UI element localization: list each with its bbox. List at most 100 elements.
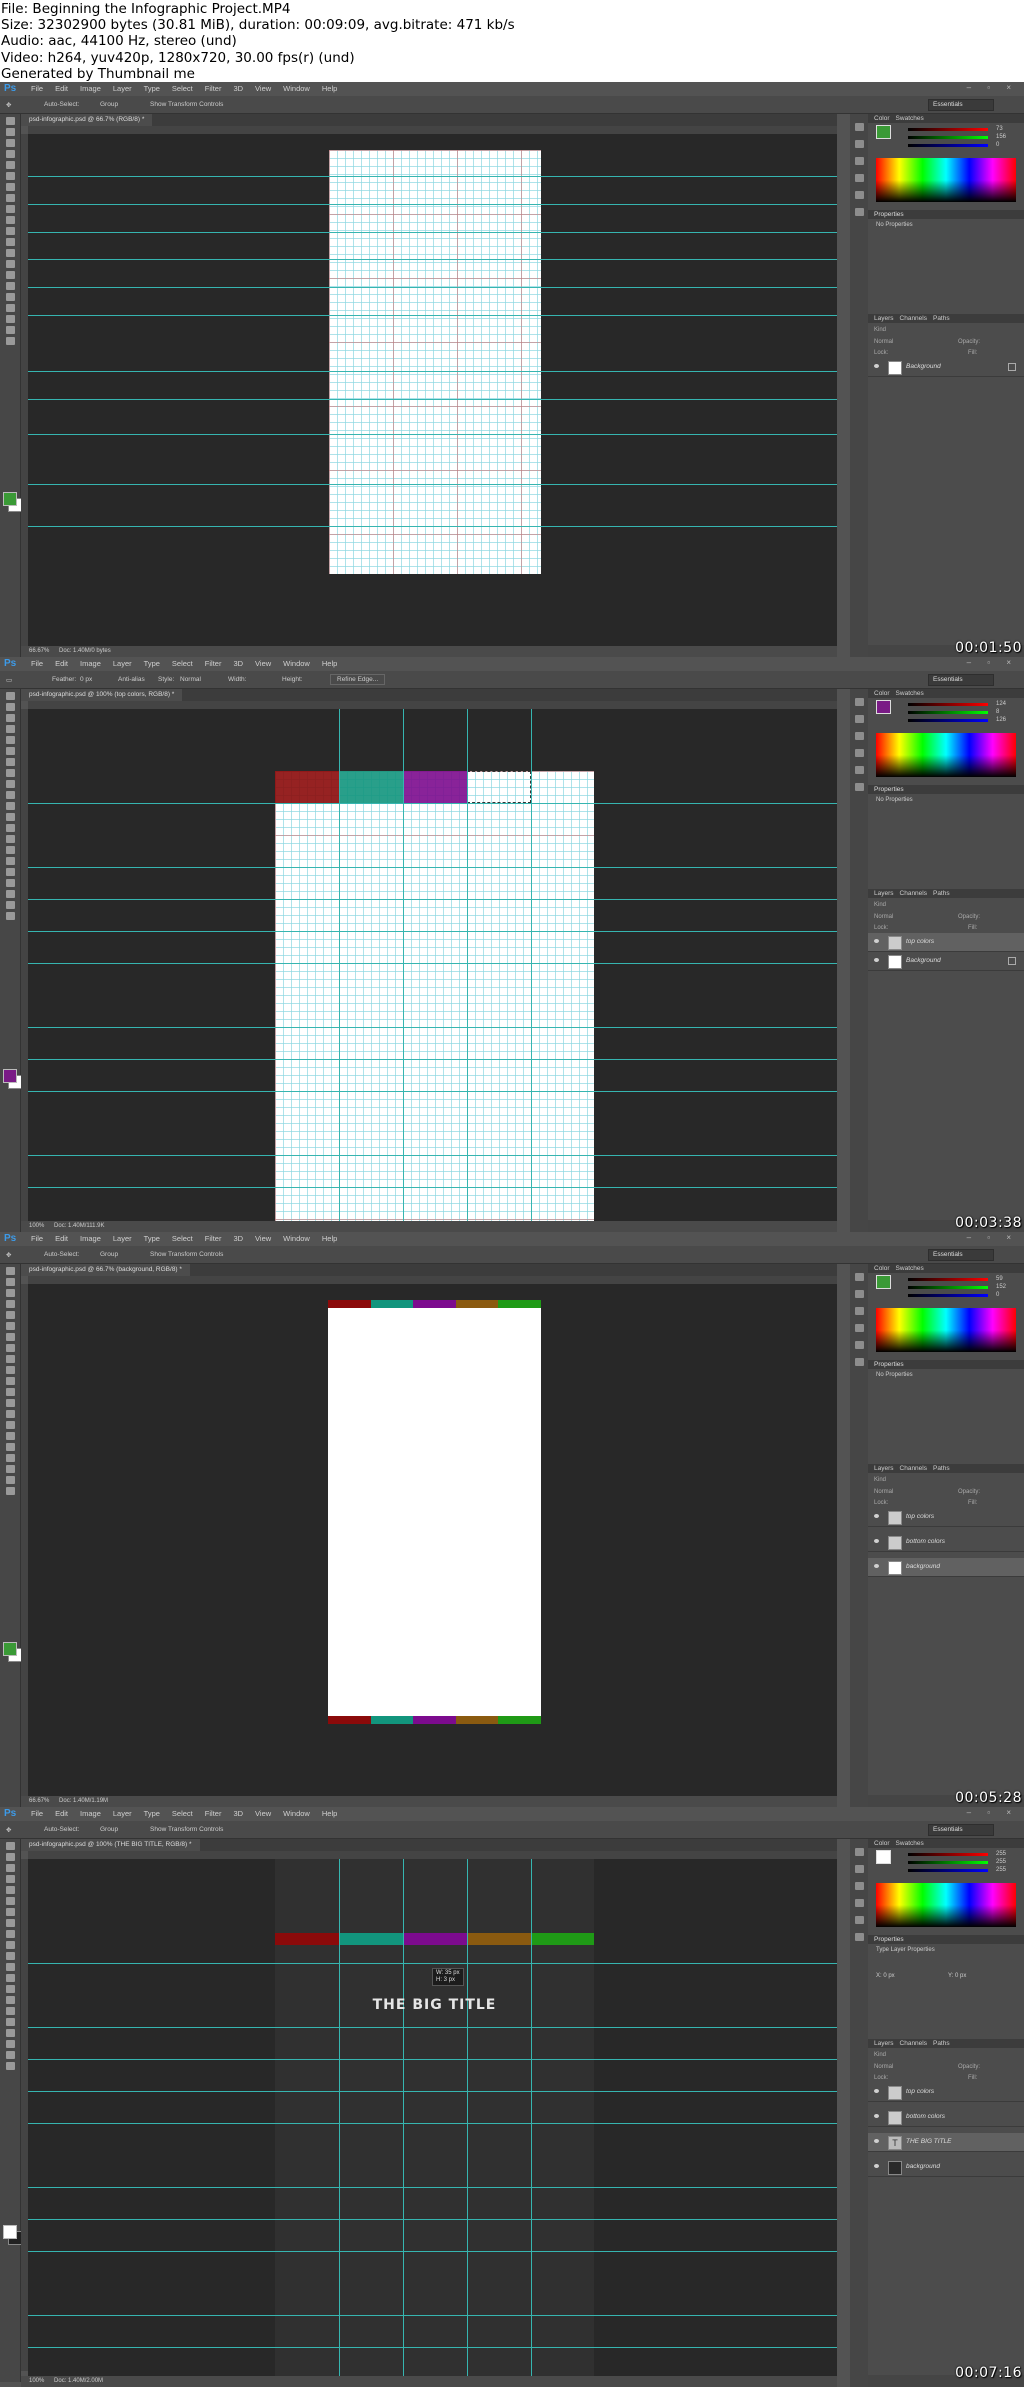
dodge-icon[interactable] [5, 260, 15, 268]
guide-line[interactable] [28, 931, 837, 932]
paragraph-icon[interactable] [854, 1358, 864, 1366]
hand-icon[interactable] [5, 1465, 15, 1473]
zoom-icon[interactable] [5, 2051, 15, 2059]
blue-slider[interactable] [908, 719, 988, 722]
tab-color[interactable]: Color [874, 115, 890, 122]
eye-icon[interactable] [874, 2164, 879, 2168]
green-slider[interactable] [908, 136, 988, 139]
type-icon[interactable] [5, 857, 15, 865]
guide-line[interactable] [28, 176, 837, 177]
guide-line[interactable] [28, 2059, 837, 2060]
layer-row[interactable]: top colors [868, 933, 1024, 952]
stamp-icon[interactable] [5, 205, 15, 213]
feather-input[interactable]: 0 px [80, 676, 92, 683]
green-slider[interactable] [908, 1861, 988, 1864]
auto-select-checkbox[interactable]: Auto-Select: [44, 1251, 79, 1258]
document-tab[interactable]: psd-infographic.psd @ 66.7% (background,… [21, 1264, 190, 1276]
paragraph-icon[interactable] [854, 208, 864, 216]
red-slider[interactable] [908, 128, 988, 131]
green-value[interactable]: 255 [996, 1859, 1006, 1865]
menu-file[interactable]: File [31, 1809, 43, 1818]
history-icon[interactable] [854, 1848, 864, 1856]
path-select-icon[interactable] [5, 1443, 15, 1451]
foreground-swatch[interactable] [876, 125, 891, 139]
marquee-icon[interactable] [5, 128, 15, 136]
move-icon[interactable] [5, 692, 15, 700]
history-brush-icon[interactable] [5, 216, 15, 224]
guide-line[interactable] [28, 1059, 837, 1060]
marquee-tool-icon[interactable]: ▭ [6, 676, 12, 684]
paragraph-icon[interactable] [854, 1933, 864, 1941]
hand-icon[interactable] [5, 315, 15, 323]
layer-row[interactable]: Background [868, 358, 1024, 377]
document-canvas[interactable] [28, 1284, 837, 1796]
menu-layer[interactable]: Layer [113, 1809, 132, 1818]
guide-line[interactable] [28, 1963, 837, 1964]
color-spectrum[interactable] [876, 1883, 1016, 1927]
move-tool-icon[interactable]: ✥ [6, 1826, 11, 1834]
menu-help[interactable]: Help [322, 1809, 337, 1818]
auto-select-checkbox[interactable]: Auto-Select: [44, 1826, 79, 1833]
layer-name[interactable]: top colors [906, 938, 934, 945]
brush-preset-icon[interactable] [854, 1324, 864, 1332]
pen-icon[interactable] [5, 1421, 15, 1429]
foreground-swatch[interactable] [876, 1850, 891, 1864]
menu-window[interactable]: Window [283, 659, 310, 668]
menu-filter[interactable]: Filter [205, 1234, 222, 1243]
guide-line[interactable] [28, 963, 837, 964]
guide-line[interactable] [531, 709, 532, 1221]
menu-view[interactable]: View [255, 1809, 271, 1818]
character-icon[interactable] [854, 191, 864, 199]
document-canvas[interactable] [28, 134, 837, 646]
menu-type[interactable]: Type [144, 84, 160, 93]
layer-filter-kind[interactable]: Kind [874, 1477, 886, 1483]
zoom-level[interactable]: 100% [29, 2378, 44, 2384]
character-icon[interactable] [854, 766, 864, 774]
anti-alias-checkbox[interactable]: Anti-alias [118, 676, 145, 683]
actions-icon[interactable] [854, 1865, 864, 1873]
eraser-icon[interactable] [5, 227, 15, 235]
guide-line[interactable] [28, 2123, 837, 2124]
hand-icon[interactable] [5, 2040, 15, 2048]
refine-edge-button[interactable]: Refine Edge... [330, 674, 386, 685]
menu-3d[interactable]: 3D [233, 1809, 243, 1818]
guide-line[interactable] [403, 1859, 404, 2376]
menu-type[interactable]: Type [144, 1809, 160, 1818]
guide-line[interactable] [28, 2187, 837, 2188]
lasso-icon[interactable] [5, 139, 15, 147]
property-x[interactable]: X: 0 px [876, 1973, 895, 1979]
adjustments-icon[interactable] [854, 732, 864, 740]
guide-line[interactable] [28, 259, 837, 260]
window-controls[interactable]: – ▫ × [967, 658, 1018, 667]
tab-layers[interactable]: Layers [874, 315, 894, 322]
transform-controls-checkbox[interactable]: Show Transform Controls [150, 101, 223, 108]
guide-line[interactable] [28, 2315, 837, 2316]
stamp-icon[interactable] [5, 780, 15, 788]
red-slider[interactable] [908, 1278, 988, 1281]
marquee-icon[interactable] [5, 1278, 15, 1286]
menu-image[interactable]: Image [80, 659, 101, 668]
blend-mode-select[interactable]: Normal [874, 1489, 893, 1495]
guide-line[interactable] [28, 867, 837, 868]
menu-help[interactable]: Help [322, 1234, 337, 1243]
green-value[interactable]: 152 [996, 1284, 1006, 1290]
blur-icon[interactable] [5, 1399, 15, 1407]
move-icon[interactable] [5, 117, 15, 125]
blur-icon[interactable] [5, 824, 15, 832]
layer-row[interactable]: bottom colors [868, 1533, 1024, 1552]
paragraph-icon[interactable] [854, 783, 864, 791]
pen-icon[interactable] [5, 846, 15, 854]
crop-icon[interactable] [5, 1311, 15, 1319]
quick-select-icon[interactable] [5, 150, 15, 158]
dodge-icon[interactable] [5, 835, 15, 843]
blue-slider[interactable] [908, 1294, 988, 1297]
layer-name[interactable]: background [906, 2163, 940, 2170]
more-tools-icon[interactable] [5, 337, 15, 345]
blue-value[interactable]: 255 [996, 1867, 1006, 1873]
zoom-icon[interactable] [5, 901, 15, 909]
more-tools-icon[interactable] [5, 912, 15, 920]
menu-image[interactable]: Image [80, 1234, 101, 1243]
transform-controls-checkbox[interactable]: Show Transform Controls [150, 1826, 223, 1833]
blur-icon[interactable] [5, 1974, 15, 1982]
layer-filter-kind[interactable]: Kind [874, 902, 886, 908]
